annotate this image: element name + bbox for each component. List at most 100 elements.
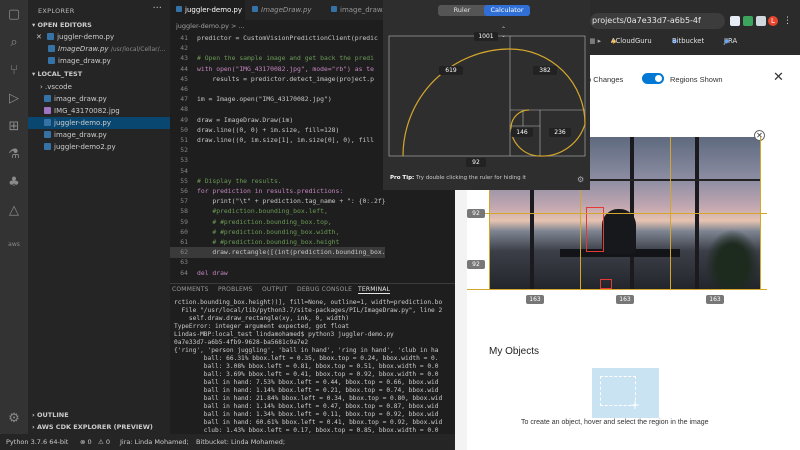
folder-vscode[interactable]: › .vscode — [28, 81, 170, 93]
address-bar[interactable]: projects/0a7e33d7-a6b5-4f — [590, 13, 725, 29]
changes-label: o Changes — [587, 75, 624, 84]
extensions-icon[interactable]: ⊞ — [6, 118, 22, 134]
file-juggler-demo[interactable]: juggler-demo.py — [28, 117, 170, 129]
settings-icon[interactable]: ⚙ — [577, 175, 584, 184]
ruler-guide — [670, 137, 671, 289]
apps-icon[interactable]: ▦ ▸ — [589, 33, 601, 49]
file-juggler-demo2[interactable]: juggler-demo2.py — [28, 141, 170, 153]
code-text: results = predictor.detect_image(project… — [197, 74, 374, 83]
bookmarks-bar: ▦ ▸ ◆ ACloudGuru ◆ Bitbucket ◆ JIRA — [585, 33, 800, 49]
bookmark-star-icon[interactable] — [730, 16, 740, 26]
jira-status[interactable]: Jira: Linda Mohamed; — [120, 434, 189, 450]
file-label: juggler-demo.py — [54, 119, 112, 127]
code-text: # Display the results. — [197, 176, 282, 185]
regions-toggle[interactable] — [642, 73, 664, 84]
files-icon[interactable]: ▢ — [6, 6, 22, 22]
tree-icon[interactable]: ♣ — [6, 174, 22, 190]
python-file-icon — [44, 95, 51, 102]
gear-icon[interactable]: ⚙ — [6, 410, 22, 426]
code-editor[interactable]: 41 predictor = CustomVisionPredictionClie… — [170, 33, 385, 278]
tab-output[interactable]: OUTPUT — [262, 286, 288, 293]
open-editor-imagedraw[interactable]: ImageDraw.py /usr/local/Cellar/... — [28, 43, 170, 55]
ruler-app-window[interactable]: Ruler Calculator 1001 ⌃ ⌄ 619 382 146 236… — [383, 0, 590, 190]
more-actions-icon[interactable]: ··· — [152, 3, 162, 14]
file-label: IMG_43170082.jpg — [54, 107, 120, 115]
warning-count[interactable]: ⚠ 0 — [98, 434, 110, 450]
code-text: with open("IMG_43170082.jpg", mode="rb")… — [197, 64, 374, 73]
python-file-icon — [252, 6, 258, 12]
terminal-line: club: 1.43% bbox.left = 0.17, bbox.top =… — [174, 427, 439, 434]
pro-tip-label: Pro Tip: — [390, 175, 415, 181]
bookmark-label: ACloudGuru — [611, 37, 652, 45]
stepper-icon[interactable]: ⌃ ⌄ — [501, 27, 506, 39]
file-image-draw[interactable]: image_draw.py — [28, 93, 170, 105]
ruler-guide — [760, 137, 761, 289]
code-text: draw.rectangle([(int(prediction.bounding… — [212, 248, 385, 257]
open-editor-image-draw[interactable]: image_draw.py — [28, 55, 170, 67]
python-file-icon — [48, 57, 55, 64]
tab-juggler-demo[interactable]: juggler-demo.py — [170, 0, 245, 20]
python-file-icon — [44, 131, 51, 138]
browser-menu-icon[interactable]: ⋮ — [783, 16, 793, 26]
code-text: # #prediction.bounding_box.width, — [197, 227, 340, 236]
measure-label: 163 — [526, 295, 544, 304]
open-editor-path: /usr/local/Cellar/... — [110, 46, 166, 53]
tab-comments[interactable]: COMMENTS — [172, 286, 209, 293]
code-text: for prediction in results.predictions: — [197, 187, 344, 195]
measure-label: 146 — [511, 128, 533, 137]
tab-debug-console[interactable]: DEBUG CONSOLE — [297, 286, 352, 293]
folder-header[interactable]: ▾ LOCAL_TEST — [28, 69, 170, 80]
breadcrumb[interactable]: juggler-demo.py > ... — [170, 20, 385, 33]
search-icon[interactable]: ⌕ — [6, 34, 22, 50]
flask-icon[interactable]: ⚗ — [6, 146, 22, 162]
open-editor-juggler[interactable]: ✕ juggler-demo.py — [28, 31, 170, 43]
bookmark-label: JIRA — [724, 37, 738, 45]
close-icon[interactable]: ✕ — [773, 70, 784, 85]
tab-ruler[interactable]: Ruler — [440, 5, 484, 16]
tab-image-draw[interactable]: image_draw.py — [325, 0, 385, 20]
measure-label: 92 — [467, 209, 485, 218]
debug-icon[interactable]: ▷ — [6, 90, 22, 106]
cloud-icon[interactable]: △ — [6, 202, 22, 218]
line-number: 64 — [180, 268, 188, 277]
pro-tip-text: Try double clicking the ruler for hiding… — [415, 175, 527, 181]
code-line[interactable]: 64 del draw — [170, 268, 385, 278]
python-file-icon — [47, 33, 55, 40]
code-text: draw.line((0, 0) + im.size, fill=128) — [197, 125, 340, 134]
aws-icon[interactable]: aws — [6, 236, 22, 252]
measure-label: 236 — [549, 128, 571, 137]
python-version[interactable]: Python 3.7.6 64-bit — [6, 434, 68, 450]
bitbucket-status[interactable]: Bitbucket: Linda Mohamed; — [196, 434, 285, 450]
error-count[interactable]: ⊗ 0 — [80, 434, 92, 450]
open-editors-header[interactable]: ▾ OPEN EDITORS — [28, 20, 170, 31]
outline-section: › OUTLINE › AWS CDK EXPLORER (PREVIEW) — [28, 408, 170, 434]
measure-label: 619 — [439, 66, 463, 75]
outline-header[interactable]: › OUTLINE — [28, 410, 170, 421]
terminal-output[interactable]: rction.bounding_box.height))], fill=None… — [170, 296, 455, 434]
region-box[interactable] — [600, 279, 612, 289]
cdk-explorer-header[interactable]: › AWS CDK EXPLORER (PREVIEW) — [28, 422, 170, 433]
file-image-draw-2[interactable]: image_draw.py — [28, 129, 170, 141]
code-text: print("\t" + prediction.tag_name + ": {0… — [212, 197, 385, 206]
tab-label: ImageDraw.py — [261, 6, 312, 14]
avatar[interactable]: L — [768, 16, 778, 26]
tab-label: image_draw.py — [340, 6, 385, 14]
tab-imagedraw[interactable]: ImageDraw.py — [246, 0, 324, 20]
python-file-icon — [48, 45, 55, 52]
tab-problems[interactable]: PROBLEMS — [218, 286, 252, 293]
tab-terminal[interactable]: TERMINAL — [358, 286, 391, 294]
file-img-jpg[interactable]: IMG_43170082.jpg — [28, 105, 170, 117]
open-editor-label: image_draw.py — [58, 57, 111, 65]
source-control-icon[interactable]: ⑂ — [6, 62, 22, 78]
close-icon[interactable]: ✕ — [36, 33, 42, 41]
extension-gray-icon[interactable] — [756, 16, 766, 26]
create-object-area[interactable]: + — [592, 368, 659, 418]
code-text: # #prediction.bounding_box.top, — [197, 217, 332, 226]
extension-green-icon[interactable] — [743, 16, 753, 26]
tab-calculator[interactable]: Calculator — [484, 5, 530, 16]
open-editor-label: ImageDraw.py — [58, 45, 109, 53]
measure-label: 163 — [706, 295, 724, 304]
code-text: draw = ImageDraw.Draw(im) — [197, 115, 294, 124]
measure-label: 92 — [467, 260, 485, 269]
open-editor-label: juggler-demo.py — [57, 33, 115, 41]
